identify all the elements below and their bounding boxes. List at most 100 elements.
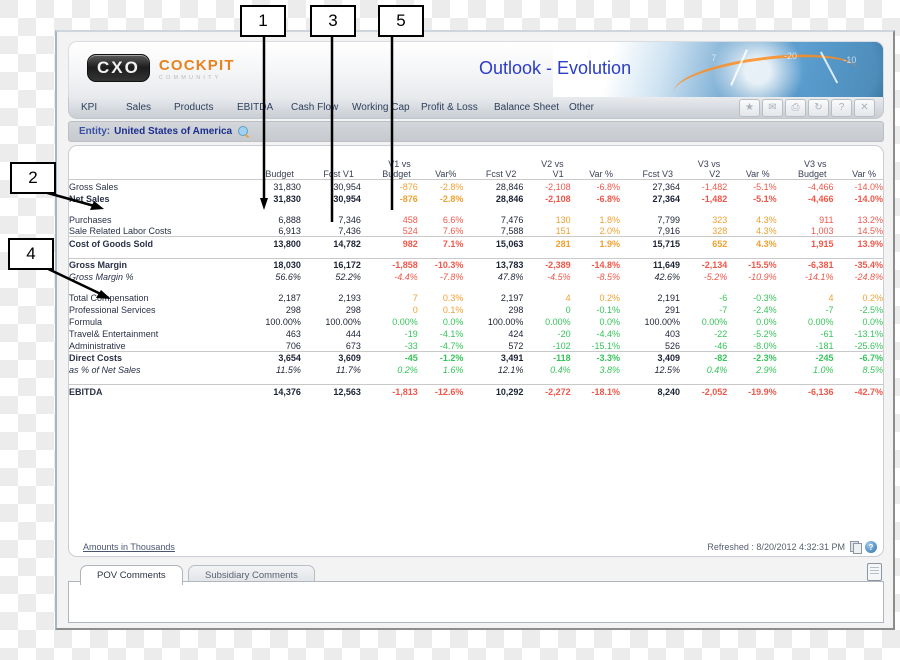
- document-icon[interactable]: [867, 563, 882, 581]
- table-cell: 7,799: [657, 214, 681, 225]
- table-cell: -181: [815, 340, 834, 351]
- favorite-icon[interactable]: ★: [739, 98, 760, 117]
- table-cell: 42.6%: [654, 272, 681, 282]
- comments-textarea[interactable]: [68, 581, 884, 623]
- grid-header-cell: V2 vs V1: [523, 159, 570, 180]
- app-banner: 2 7 -20 -10 CXO COCKPIT COMMUNITY Outloo…: [68, 41, 884, 98]
- email-icon[interactable]: ✉: [762, 98, 783, 117]
- table-row[interactable]: ▶Travel& Entertainment 463 444 -19 -4.1% 424 -…: [69, 327, 883, 339]
- grid-header-cell: Var%: [418, 159, 464, 180]
- tab-pov-comments[interactable]: POV Comments: [80, 565, 183, 585]
- copy-icon[interactable]: [850, 541, 862, 554]
- table-cell: 7,436: [338, 226, 361, 236]
- table-row[interactable]: ▶Gross Sales31,83030,954-876-2.8%28,846-…: [69, 179, 883, 192]
- logo-text: COCKPIT COMMUNITY: [159, 57, 235, 81]
- refresh-icon[interactable]: ↻: [808, 98, 829, 117]
- grid-header-line2: V2: [709, 169, 721, 179]
- table-cell: 2,187: [278, 293, 301, 303]
- menu-item-other[interactable]: Other: [569, 102, 594, 113]
- print-icon[interactable]: ⎙: [785, 98, 806, 117]
- table-cell: -6.8%: [596, 193, 621, 204]
- menu-item-profit-loss[interactable]: Profit & Loss: [421, 102, 478, 113]
- table-cell: 151: [555, 226, 571, 236]
- grid-header-line1: [418, 159, 457, 169]
- table-cell: 281: [523, 236, 571, 249]
- table-row[interactable]: Cost of Goods Sold 13,800 14,782 982 7.1% 15,…: [69, 236, 883, 249]
- entity-selector-bar[interactable]: Entity: United States of America: [68, 121, 884, 142]
- table-cell: -8.0%: [753, 340, 777, 351]
- callout-4: 4: [8, 238, 54, 270]
- table-cell: -1,482: [680, 179, 728, 192]
- table-cell: -876: [399, 193, 418, 204]
- table-cell: -6.7%: [833, 350, 883, 363]
- close-icon[interactable]: ✕: [854, 98, 875, 117]
- entity-value[interactable]: United States of America: [114, 126, 232, 137]
- table-row[interactable]: Gross Margin 18,030 16,172 -1,858 -10.3% 13,7…: [69, 257, 883, 270]
- table-cell: -19.9%: [727, 384, 777, 397]
- table-cell: -5.2%: [703, 272, 728, 282]
- table-cell: -2,108: [545, 193, 571, 204]
- table-row[interactable]: ▶Total Compensation 2,187 2,193 7 0.3% 2,197 4…: [69, 291, 883, 303]
- table-cell: 7.1%: [417, 236, 464, 249]
- table-cell: 14.5%: [857, 226, 883, 236]
- menu-item-sales[interactable]: Sales: [126, 102, 151, 113]
- help-icon[interactable]: ?: [831, 98, 852, 117]
- table-row[interactable]: Gross Margin % 56.6% 52.2% -4.4% -7.8% 47.8% -…: [69, 270, 883, 282]
- menu-item-balance-sheet[interactable]: Balance Sheet: [494, 102, 559, 113]
- table-row[interactable]: Purchases 6,888 7,346 458 6.6% 7,476 130 1.8% 7,…: [69, 213, 883, 225]
- grid-header-cell: V3 vs Budget: [777, 159, 834, 180]
- table-cell: -45: [360, 350, 418, 363]
- grid-header-line2: Budget: [382, 169, 411, 179]
- table-cell: 28,846: [463, 179, 524, 192]
- table-row[interactable]: EBITDA 14,376 12,563 -1,813 -12.6% 10,292 -2,2…: [69, 384, 883, 397]
- table-cell: 3,409: [620, 350, 681, 363]
- callout-2: 2: [10, 162, 56, 194]
- table-cell: -33: [404, 340, 418, 351]
- table-cell: -5.1%: [727, 179, 777, 192]
- row-label-cell: Sale Related Labor Costs: [69, 225, 244, 237]
- table-cell: -7: [719, 305, 728, 315]
- table-row[interactable]: Formula 100.00% 100.00% 0.00% 0.0% 100.00% 0.0…: [69, 315, 883, 327]
- menu-item-products[interactable]: Products: [174, 102, 213, 113]
- row-label: Net Sales: [69, 193, 110, 204]
- table-cell: -10.3%: [417, 257, 464, 270]
- table-row[interactable]: ▶Administrative 706 673 -33 -4.7% 572 -102 -15.…: [69, 339, 883, 351]
- table-cell: -4.7%: [439, 340, 464, 351]
- table-cell: 706: [285, 340, 301, 351]
- table-cell: -2.8%: [417, 179, 464, 192]
- table-cell: 0.4%: [706, 365, 728, 375]
- table-cell: 911: [819, 214, 834, 225]
- table-cell: 0.00%: [701, 317, 728, 327]
- menu-item-ebitda[interactable]: EBITDA: [237, 102, 273, 113]
- amounts-in-thousands-link[interactable]: Amounts in Thousands: [83, 542, 175, 552]
- help-icon[interactable]: ?: [865, 541, 877, 553]
- menu-item-kpi[interactable]: KPI: [81, 102, 97, 113]
- row-label: Formula: [69, 317, 103, 327]
- gauge-mark: 7: [711, 53, 717, 64]
- table-cell: 298: [345, 305, 361, 315]
- table-row[interactable]: Net Sales 31,830 30,954 -876 -2.8% 28,846 -2,1…: [69, 192, 883, 204]
- cxo-cockpit-logo[interactable]: CXO COCKPIT COMMUNITY: [87, 54, 235, 82]
- table-row[interactable]: Direct Costs 3,654 3,609 -45 -1.2% 3,491 -118-…: [69, 350, 883, 363]
- row-label: EBITDA: [69, 386, 103, 397]
- table-cell: -61: [820, 329, 834, 339]
- table-cell: -12.6%: [417, 384, 464, 397]
- gauge-mark: -10: [843, 55, 857, 66]
- menu-item-cash-flow[interactable]: Cash Flow: [291, 102, 338, 113]
- table-cell: 526: [665, 340, 681, 351]
- logo-word: COCKPIT: [158, 57, 235, 74]
- table-row[interactable]: Sale Related Labor Costs 6,913 7,436 524 7.6…: [69, 225, 883, 237]
- table-cell: 463: [285, 329, 301, 339]
- grid-header-line1: V3 vs: [697, 159, 721, 169]
- grid-spacer-cell: [69, 282, 883, 291]
- table-cell: 0: [565, 305, 571, 315]
- row-label-cell: Net Sales: [69, 192, 244, 204]
- gauge-needle-icon: [820, 51, 839, 83]
- row-label: Gross Margin: [69, 260, 128, 270]
- search-icon[interactable]: [238, 126, 250, 139]
- menu-item-working-cap[interactable]: Working Cap: [352, 102, 410, 113]
- table-cell: 4: [828, 293, 834, 303]
- table-row[interactable]: ▶Professional Services 298 298 0 0.1% 298 0 -0.…: [69, 303, 883, 315]
- table-row[interactable]: as % of Net Sales 11.5% 11.7% 0.2% 1.6% 12.1%…: [69, 363, 883, 375]
- grid-header-cell: Fcst V3: [620, 159, 680, 180]
